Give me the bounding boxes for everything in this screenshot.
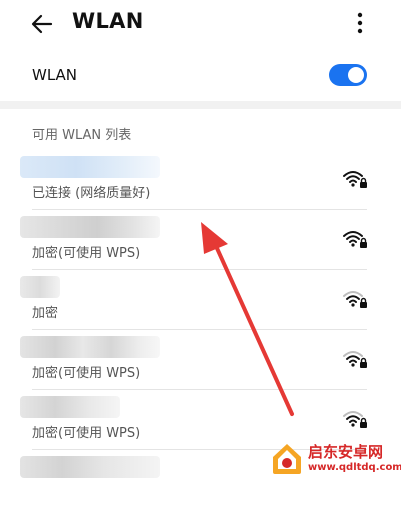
- network-row[interactable]: 已连接 (网络质量好): [0, 150, 401, 210]
- network-status: 已连接 (网络质量好): [32, 186, 151, 201]
- page-title: WLAN: [72, 9, 144, 33]
- section-divider: [0, 101, 401, 109]
- wifi-lock-icon: [343, 171, 367, 188]
- network-status: 加密(可使用 WPS): [32, 246, 141, 261]
- network-row[interactable]: 加密(可使用 WPS): [0, 210, 401, 270]
- network-status: 加密: [32, 306, 59, 321]
- network-status: 加密(可使用 WPS): [32, 366, 141, 381]
- network-name-blurred: [20, 156, 160, 178]
- wlan-toggle-row[interactable]: WLAN: [0, 52, 401, 98]
- wifi-lock-icon: [343, 231, 367, 248]
- wifi-lock-icon: [343, 291, 367, 308]
- wlan-toggle-switch[interactable]: [329, 64, 367, 86]
- network-status: 加密(可使用 WPS): [32, 426, 141, 441]
- arrow-left-icon: [31, 14, 53, 34]
- toggle-knob: [348, 67, 364, 83]
- watermark-logo-icon: [273, 444, 301, 474]
- available-networks-header: 可用 WLAN 列表: [32, 128, 132, 143]
- network-name-blurred: [20, 336, 160, 358]
- wifi-lock-icon: [343, 351, 367, 368]
- network-row[interactable]: 加密(可使用 WPS): [0, 330, 401, 390]
- network-name-blurred: [20, 456, 160, 478]
- watermark-title: 启东安卓网: [308, 443, 384, 461]
- network-row[interactable]: 加密: [0, 270, 401, 330]
- top-app-bar: WLAN: [0, 0, 401, 48]
- watermark-url: www.qdltdq.com: [308, 462, 401, 473]
- network-name-blurred: [20, 276, 60, 298]
- watermark: 启东安卓网 www.qdltdq.com: [270, 440, 401, 480]
- wifi-lock-icon: [343, 411, 367, 428]
- back-button[interactable]: [28, 10, 56, 38]
- more-options-button[interactable]: [350, 8, 370, 38]
- wlan-toggle-label: WLAN: [32, 66, 78, 84]
- network-name-blurred: [20, 396, 120, 418]
- network-name-blurred: [20, 216, 160, 238]
- more-vertical-icon: [357, 12, 363, 34]
